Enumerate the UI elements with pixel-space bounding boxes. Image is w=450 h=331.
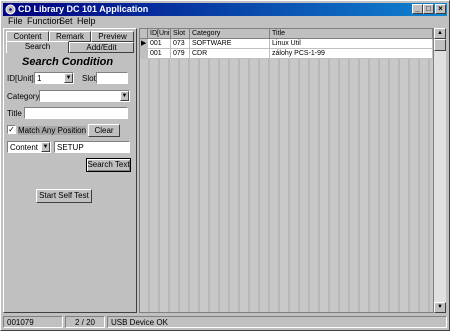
- cell-category: CDR: [190, 49, 270, 59]
- title-input[interactable]: [24, 107, 128, 119]
- scroll-thumb[interactable]: [434, 39, 446, 51]
- check-icon: ✓: [8, 125, 15, 134]
- column-id-unit[interactable]: ID[Unit]: [148, 29, 171, 39]
- category-select[interactable]: ▼: [39, 90, 130, 102]
- chevron-down-icon: ▼: [120, 91, 129, 101]
- column-title[interactable]: Title: [270, 29, 433, 39]
- menu-file[interactable]: File: [8, 16, 23, 26]
- cell-id: 001: [148, 49, 171, 59]
- status-page: 2 / 20: [65, 316, 105, 328]
- field-select[interactable]: Content ▼: [7, 141, 51, 153]
- grid-header: ID[Unit] Slot Category Title: [140, 29, 433, 39]
- field-select-value: Content: [10, 143, 39, 152]
- results-grid: ID[Unit] Slot Category Title ▶ 001 073 S…: [139, 28, 434, 313]
- row-indicator-icon: ▶: [140, 39, 148, 49]
- tab-search[interactable]: Search: [6, 41, 69, 53]
- grid-corner: [140, 29, 148, 39]
- title-label: Title: [7, 109, 22, 118]
- slot-input[interactable]: [96, 72, 128, 84]
- menu-set[interactable]: Set: [59, 16, 73, 26]
- tab-preview[interactable]: Preview: [91, 31, 134, 42]
- id-unit-select[interactable]: 1 ▼: [34, 72, 74, 84]
- minimize-icon: _: [415, 4, 420, 13]
- search-text-button[interactable]: Search Text: [86, 158, 131, 172]
- row-header: [140, 49, 148, 59]
- id-unit-label: ID[Unit]: [7, 74, 34, 83]
- cell-slot: 079: [171, 49, 190, 59]
- search-text-value: SETUP: [57, 143, 84, 152]
- search-condition-heading: Search Condition: [22, 56, 114, 68]
- cell-slot: 073: [171, 39, 190, 49]
- window-title: CD Library DC 101 Application: [18, 4, 149, 14]
- chevron-down-icon: ▼: [41, 142, 50, 152]
- status-id: 001079: [3, 316, 63, 328]
- scroll-down-icon[interactable]: ▼: [434, 302, 446, 313]
- minimize-button[interactable]: _: [412, 4, 423, 14]
- column-slot[interactable]: Slot: [171, 29, 190, 39]
- cd-icon: [5, 4, 16, 15]
- cell-id: 001: [148, 39, 171, 49]
- app-window: CD Library DC 101 Application _ □ × File…: [0, 0, 450, 331]
- vertical-scrollbar[interactable]: ▲ ▼: [434, 28, 446, 313]
- cell-title: Linux Util: [270, 39, 433, 49]
- slot-label: Slot: [82, 74, 96, 83]
- match-any-checkbox[interactable]: ✓: [7, 125, 16, 134]
- cell-category: SOFTWARE: [190, 39, 270, 49]
- table-row[interactable]: ▶ 001 073 SOFTWARE Linux Util: [140, 39, 433, 49]
- menu-help[interactable]: Help: [77, 16, 96, 26]
- cell-title: zálohy PCS-1-99: [270, 49, 433, 59]
- menu-function[interactable]: Function: [27, 16, 62, 26]
- left-panel: Content Remark Preview Search Add/Edit S…: [3, 28, 137, 313]
- clear-button[interactable]: Clear: [88, 124, 120, 137]
- search-text-input[interactable]: SETUP: [54, 141, 130, 153]
- column-category[interactable]: Category: [190, 29, 270, 39]
- start-self-test-button[interactable]: Start Self Test: [36, 189, 92, 203]
- maximize-button[interactable]: □: [423, 4, 434, 14]
- maximize-icon: □: [426, 4, 431, 13]
- category-label: Category: [7, 92, 40, 101]
- title-bar: CD Library DC 101 Application _ □ ×: [3, 3, 447, 16]
- status-device: USB Device OK: [107, 316, 447, 328]
- table-row[interactable]: 001 079 CDR zálohy PCS-1-99: [140, 49, 433, 59]
- scroll-up-icon[interactable]: ▲: [434, 28, 446, 39]
- close-icon: ×: [438, 4, 443, 13]
- chevron-down-icon: ▼: [64, 73, 73, 83]
- tab-add-edit[interactable]: Add/Edit: [69, 42, 134, 53]
- id-unit-value: 1: [37, 74, 42, 83]
- close-button[interactable]: ×: [435, 4, 446, 14]
- match-any-label: Match Any Position: [18, 126, 87, 135]
- menu-bar: File Function Set Help: [3, 16, 447, 27]
